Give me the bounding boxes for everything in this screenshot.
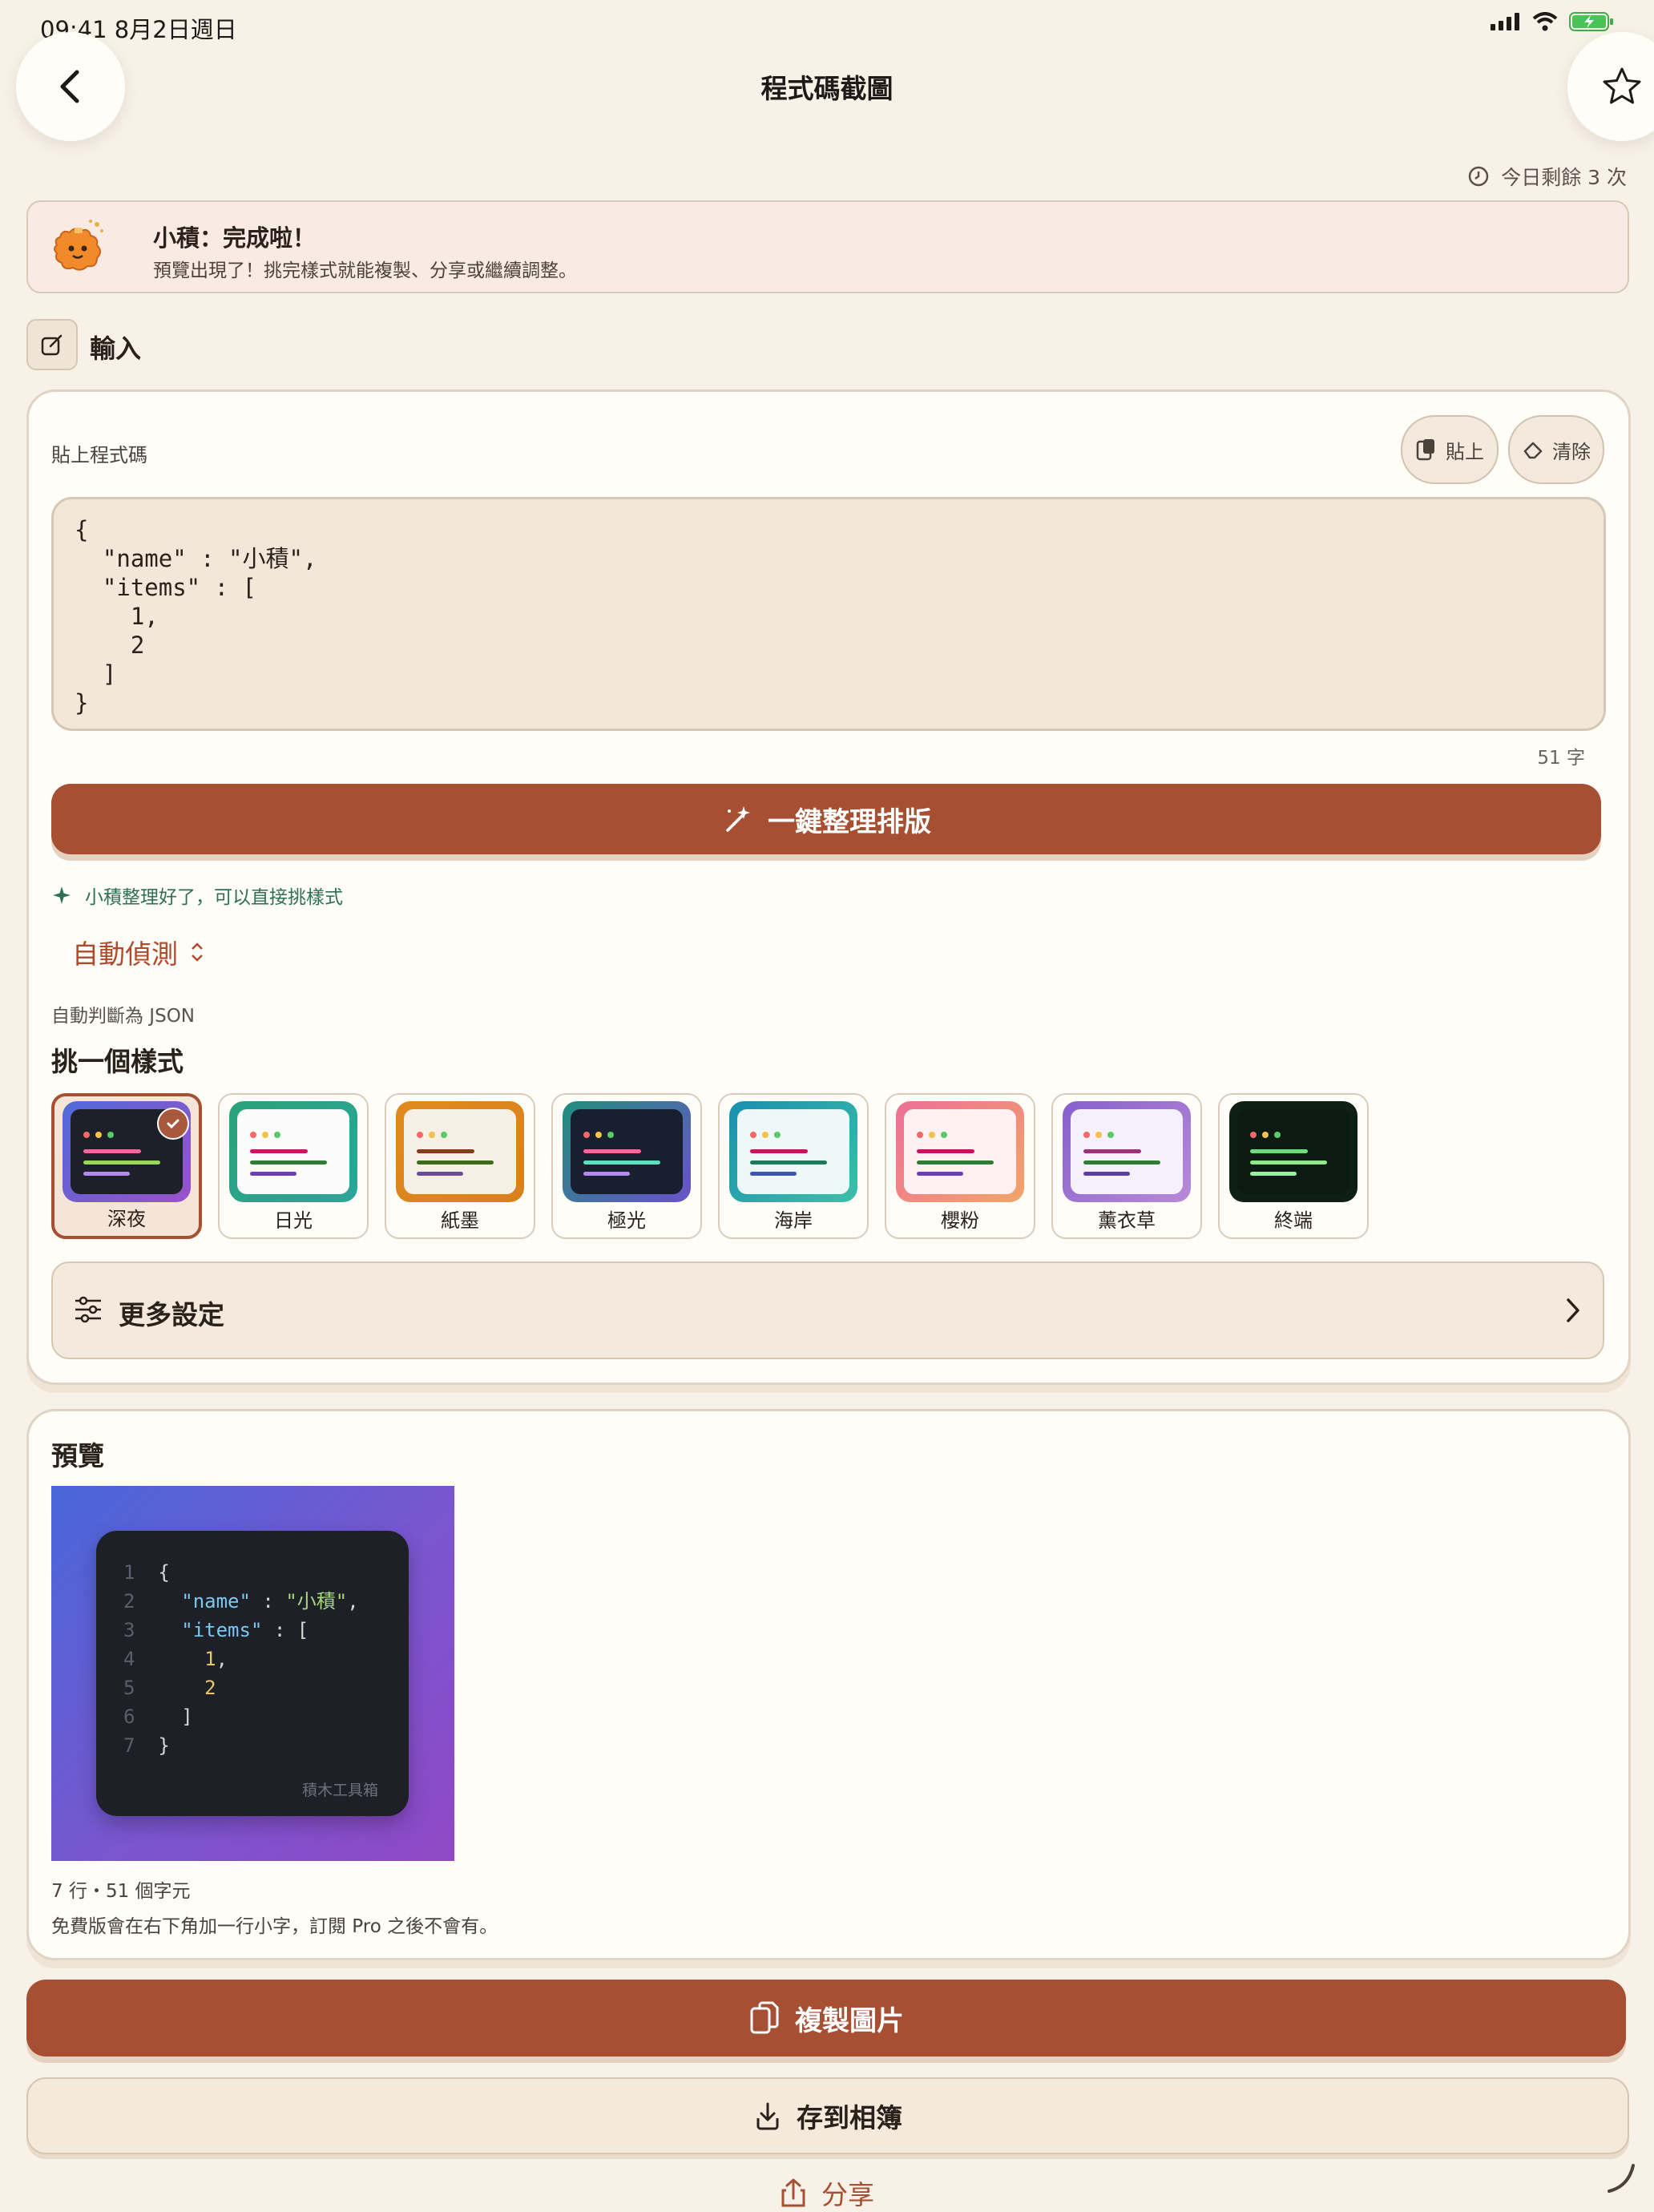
more-settings-label: 更多設定 [119,1299,224,1330]
share-icon [781,2178,805,2207]
theme-name: 櫻粉 [941,1209,979,1232]
paste-code-label: 貼上程式碼 [51,444,147,466]
paste-button[interactable]: 貼上 [1401,415,1499,484]
magic-wand-icon [726,806,750,832]
check-icon [157,1108,189,1140]
format-hint-text: 小積整理好了，可以直接挑樣式 [85,887,343,908]
download-icon [756,2102,779,2130]
line-number: 7 [123,1734,135,1757]
code-input[interactable]: { "name" : "小積", "items" : [ 1, 2 ] } [51,497,1606,731]
clear-button[interactable]: 清除 [1508,415,1604,484]
chevron-right-icon [1567,1298,1579,1322]
banner-subtitle: 預覽出現了！挑完樣式就能複製、分享或繼續調整。 [153,260,577,281]
theme-name: 極光 [607,1209,646,1232]
theme-option-sakura[interactable]: 櫻粉 [885,1093,1035,1239]
edit-section-icon [26,319,78,370]
theme-name: 紙墨 [441,1209,479,1232]
share-label: 分享 [821,2179,874,2210]
line-number: 1 [123,1561,135,1584]
chevron-up-down-icon [192,943,203,962]
format-hint: 小積整理好了，可以直接挑樣式 [51,882,343,909]
eraser-icon [1523,442,1543,459]
language-detected: 自動判斷為 JSON [51,1006,196,1027]
theme-option-aurora[interactable]: 極光 [551,1093,702,1239]
clock-icon [1468,166,1489,187]
clipboard-icon [1416,439,1434,461]
wifi-icon [1532,12,1558,31]
more-settings-row[interactable]: 更多設定 [51,1261,1604,1359]
theme-picker: 深夜 日光 紙墨 極光 海岸 櫻粉 薰衣草 終端 [51,1093,1369,1239]
clear-button-label: 清除 [1552,440,1591,463]
input-section-title: 輸入 [90,333,142,364]
format-button-label: 一鍵整理排版 [768,805,931,838]
theme-option-terminal[interactable]: 終端 [1218,1093,1369,1239]
theme-name: 日光 [274,1209,313,1232]
usage-remaining-text: 今日剩餘 3 次 [1501,166,1627,189]
theme-name: 薰衣草 [1098,1209,1156,1232]
theme-option-coast[interactable]: 海岸 [718,1093,869,1239]
style-picker-title: 挑一個樣式 [51,1046,184,1077]
status-icons [1491,11,1614,32]
theme-name: 終端 [1274,1209,1313,1232]
theme-option-lavender[interactable]: 薰衣草 [1051,1093,1202,1239]
banner-title: 小積：完成啦！ [153,224,317,252]
share-button[interactable]: 分享 [0,2174,1654,2212]
battery-charging-icon [1569,12,1613,31]
usage-remaining: 今日剩餘 3 次 [1467,162,1627,191]
line-number: 3 [123,1619,135,1641]
preview-code-window: 1 { 2 "name" : "小積", 3 "items" : [ 4 1, … [96,1531,409,1816]
line-number: 2 [123,1590,135,1613]
preview-meta: 7 行・51 個字元 [51,1881,191,1902]
copy-icon [750,2001,779,2034]
theme-option-midnight[interactable]: 深夜 [51,1093,202,1239]
char-count: 51 字 [1537,748,1585,769]
copy-image-label: 複製圖片 [795,2004,904,2037]
preview-image: 1 { 2 "name" : "小積", 3 "items" : [ 4 1, … [51,1486,454,1861]
theme-option-daylight[interactable]: 日光 [218,1093,369,1239]
paste-button-label: 貼上 [1446,440,1484,463]
edit-icon [41,334,63,356]
scroll-indicator [1608,2164,1635,2193]
language-select[interactable]: 自動偵測 [72,933,205,971]
preview-title: 預覽 [51,1440,104,1471]
code-input-text[interactable]: { "name" : "小積", "items" : [ 1, 2 ] } [75,515,317,717]
save-to-photos-label: 存到相簿 [797,2102,902,2133]
theme-name: 海岸 [774,1209,813,1232]
line-number: 4 [123,1648,135,1670]
sliders-icon [75,1296,101,1323]
star-icon [1603,67,1641,104]
theme-name: 深夜 [107,1208,146,1230]
line-number: 5 [123,1677,135,1699]
status-banner: 小積：完成啦！ 預覽出現了！挑完樣式就能複製、分享或繼續調整。 [26,200,1629,293]
theme-option-paper-ink[interactable]: 紙墨 [385,1093,535,1239]
sparkle-icon [53,886,71,904]
signal-icon [1491,13,1519,30]
preview-code: 1 { 2 "name" : "小積", 3 "items" : [ 4 1, … [123,1561,359,1757]
language-select-label: 自動偵測 [72,938,178,970]
preview-watermark: 積木工具箱 [301,1782,378,1799]
save-to-photos-button[interactable]: 存到相簿 [26,2077,1629,2154]
line-number: 6 [123,1705,135,1728]
status-bar: 09:41 8月2日週日 [0,0,1654,51]
preview-note: 免費版會在右下角加一行小字，訂閱 Pro 之後不會有。 [51,1916,498,1937]
mascot-icon [54,220,103,271]
format-button[interactable]: 一鍵整理排版 [51,784,1601,854]
copy-image-button[interactable]: 複製圖片 [26,1980,1626,2057]
page-title: 程式碼截圖 [760,73,894,104]
